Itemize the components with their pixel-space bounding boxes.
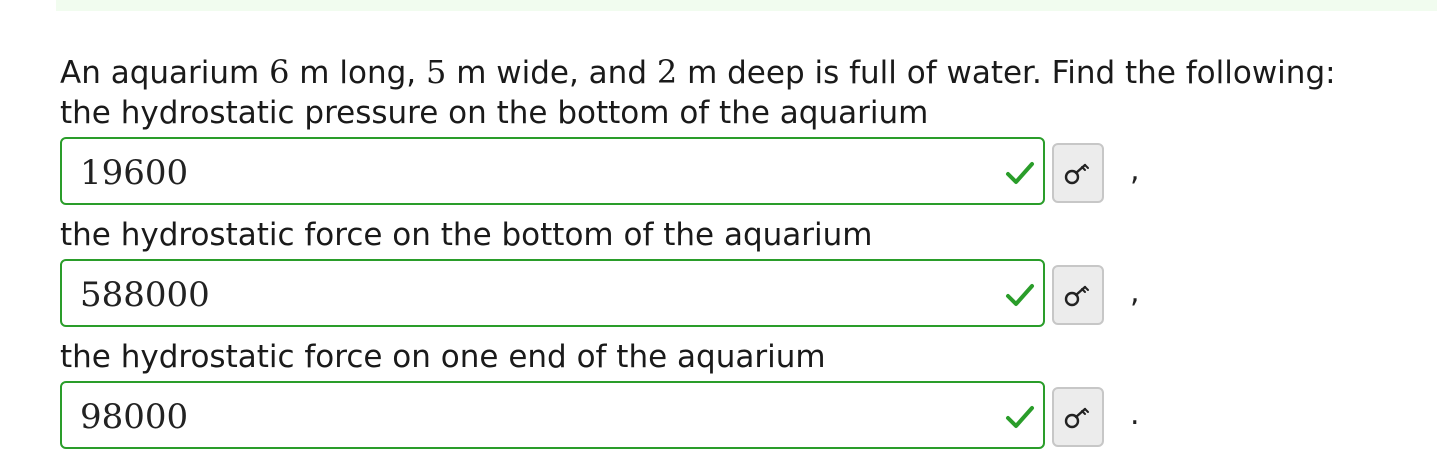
answer-input[interactable]: 19600: [60, 137, 1045, 205]
question-label: the hydrostatic force on the bottom of t…: [60, 217, 873, 253]
width-value: 5: [425, 53, 447, 91]
answer-value[interactable]: 98000: [80, 397, 188, 437]
key-icon: [1064, 285, 1089, 307]
checkmark-icon: [1006, 162, 1034, 184]
key-icon: [1064, 407, 1089, 429]
statement-text: m wide, and: [446, 55, 657, 91]
preview-answer-button[interactable]: [1052, 143, 1104, 203]
length-value: 6: [269, 53, 290, 91]
statement-text: m long,: [289, 55, 426, 91]
statement-text: An aquarium: [60, 55, 270, 91]
problem-statement: An aquarium 6 m long, 5 m wide, and 2 m …: [60, 52, 1437, 93]
top-banner: [56, 0, 1437, 11]
punctuation: .: [1130, 397, 1140, 432]
preview-answer-button[interactable]: [1052, 265, 1104, 325]
answer-input[interactable]: 588000: [60, 259, 1045, 327]
answer-value[interactable]: 588000: [80, 275, 210, 315]
checkmark-icon: [1006, 284, 1034, 306]
question-label: the hydrostatic force on one end of the …: [60, 339, 826, 375]
question-label: the hydrostatic pressure on the bottom o…: [60, 95, 929, 131]
depth-value: 2: [656, 53, 678, 91]
answer-row: 19600 ,: [60, 137, 1437, 209]
checkmark-icon: [1006, 406, 1034, 428]
answer-input[interactable]: 98000: [60, 381, 1045, 449]
punctuation: ,: [1130, 275, 1140, 310]
answer-value[interactable]: 19600: [80, 153, 188, 193]
answer-row: 98000 .: [60, 381, 1437, 453]
answer-row: 588000 ,: [60, 259, 1437, 331]
problem-body: An aquarium 6 m long, 5 m wide, and 2 m …: [60, 52, 1437, 459]
key-icon: [1064, 163, 1089, 185]
preview-answer-button[interactable]: [1052, 387, 1104, 447]
punctuation: ,: [1130, 153, 1140, 188]
statement-text: m deep is full of water. Find the follow…: [677, 55, 1336, 91]
